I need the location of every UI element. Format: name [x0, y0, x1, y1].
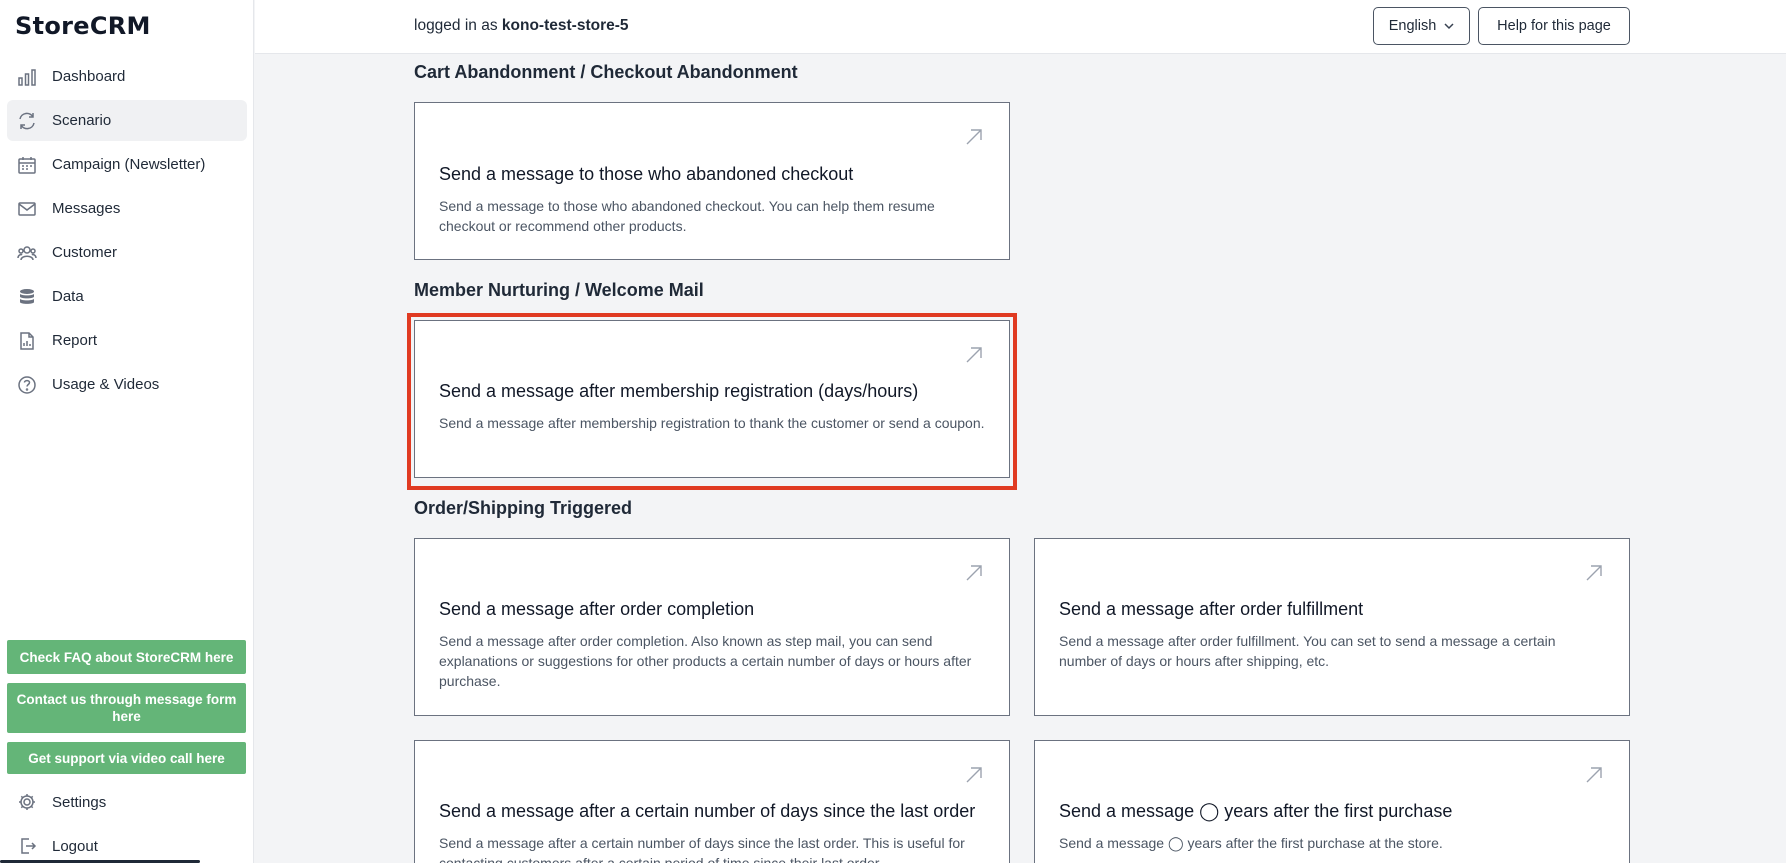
faq-button[interactable]: Check FAQ about StoreCRM here	[7, 640, 246, 674]
sidebar-item-usage-videos[interactable]: Usage & Videos	[7, 364, 247, 405]
sidebar-item-settings[interactable]: Settings	[7, 782, 247, 822]
card-title: Send a message ◯ years after the first p…	[1059, 801, 1453, 821]
document-chart-icon	[16, 330, 38, 352]
card-description: Send a message after order completion. A…	[439, 633, 972, 689]
sidebar-item-label: Usage & Videos	[52, 376, 160, 393]
question-circle-icon	[16, 374, 38, 396]
logged-in-status: logged in as kono-test-store-5	[414, 17, 629, 35]
support-buttons: Check FAQ about StoreCRM here Contact us…	[7, 640, 246, 783]
bar-chart-icon	[16, 66, 38, 88]
logout-icon	[16, 835, 38, 857]
section-title: Cart Abandonment / Checkout Abandonment	[414, 62, 798, 82]
sidebar-nav: Dashboard Scenario Campaign (Newsletter)…	[7, 56, 247, 408]
sidebar-item-messages[interactable]: Messages	[7, 188, 247, 229]
sidebar-item-label: Settings	[52, 793, 107, 811]
store-name: kono-test-store-5	[501, 17, 629, 34]
scenario-card[interactable]: Send a message ◯ years after the first p…	[1034, 740, 1630, 863]
calendar-icon	[16, 154, 38, 176]
sidebar-item-customer[interactable]: Customer	[7, 232, 247, 273]
section-title: Member Nurturing / Welcome Mail	[414, 280, 704, 300]
language-label: English	[1388, 18, 1437, 34]
sidebar-item-label: Report	[52, 332, 98, 349]
highlight-box	[407, 313, 1017, 490]
card-title: Send a message after order fulfillment	[1059, 599, 1364, 619]
card-description: Send a message after a certain number of…	[439, 835, 965, 863]
gear-icon	[16, 791, 38, 813]
refresh-icon	[16, 110, 38, 132]
sidebar-item-label: Data	[52, 288, 84, 305]
card-description: Send a message ◯ years after the first p…	[1059, 835, 1443, 851]
arrow-up-right-icon	[964, 765, 984, 785]
sidebar-item-label: Customer	[52, 244, 118, 261]
scenario-card[interactable]: Send a message after a certain number of…	[414, 740, 1010, 863]
sidebar-item-label: Dashboard	[52, 68, 126, 85]
section-title: Order/Shipping Triggered	[414, 498, 633, 518]
card-title: Send a message after order completion	[439, 599, 755, 619]
sidebar-item-label: Campaign (Newsletter)	[52, 156, 206, 173]
card-description: Send a message to those who abandoned ch…	[439, 198, 935, 234]
users-icon	[16, 242, 38, 264]
arrow-up-right-icon	[964, 127, 984, 147]
sidebar-item-data[interactable]: Data	[7, 276, 247, 317]
scenario-card[interactable]: Send a message after order completion Se…	[414, 538, 1010, 716]
arrow-up-right-icon	[1584, 563, 1604, 583]
language-select[interactable]: English	[1373, 7, 1470, 45]
sidebar-item-label: Messages	[52, 200, 121, 217]
contact-form-button[interactable]: Contact us through message form here	[7, 683, 246, 733]
video-call-button[interactable]: Get support via video call here	[7, 742, 246, 774]
sidebar-item-report[interactable]: Report	[7, 320, 247, 361]
chevron-down-icon	[1444, 23, 1454, 30]
app-logo[interactable]: StoreCRM	[15, 12, 151, 40]
logged-in-prefix: logged in as	[414, 17, 498, 34]
sidebar-item-label: Scenario	[52, 112, 112, 129]
sidebar-item-logout[interactable]: Logout	[7, 826, 247, 863]
help-page-button[interactable]: Help for this page	[1478, 7, 1630, 45]
sidebar-item-scenario[interactable]: Scenario	[7, 100, 247, 141]
sidebar-item-campaign[interactable]: Campaign (Newsletter)	[7, 144, 247, 185]
sidebar-bottom-nav: Settings Logout	[7, 782, 247, 863]
sidebar-item-label: Logout	[52, 837, 98, 855]
sidebar-item-dashboard[interactable]: Dashboard	[7, 56, 247, 97]
card-title: Send a message after a certain number of…	[439, 801, 976, 821]
sidebar: StoreCRM Dashboard Scenario Campaign (Ne…	[0, 0, 254, 863]
arrow-up-right-icon	[1584, 765, 1604, 785]
scenario-card[interactable]: Send a message to those who abandoned ch…	[414, 102, 1010, 260]
card-description: Send a message after order fulfillment. …	[1059, 633, 1556, 669]
envelope-icon	[16, 198, 38, 220]
arrow-up-right-icon	[964, 563, 984, 583]
card-title: Send a message to those who abandoned ch…	[439, 164, 854, 184]
database-icon	[16, 286, 38, 308]
scenario-card[interactable]: Send a message after order fulfillment S…	[1034, 538, 1630, 716]
top-header: logged in as kono-test-store-5 English H…	[255, 0, 1786, 54]
